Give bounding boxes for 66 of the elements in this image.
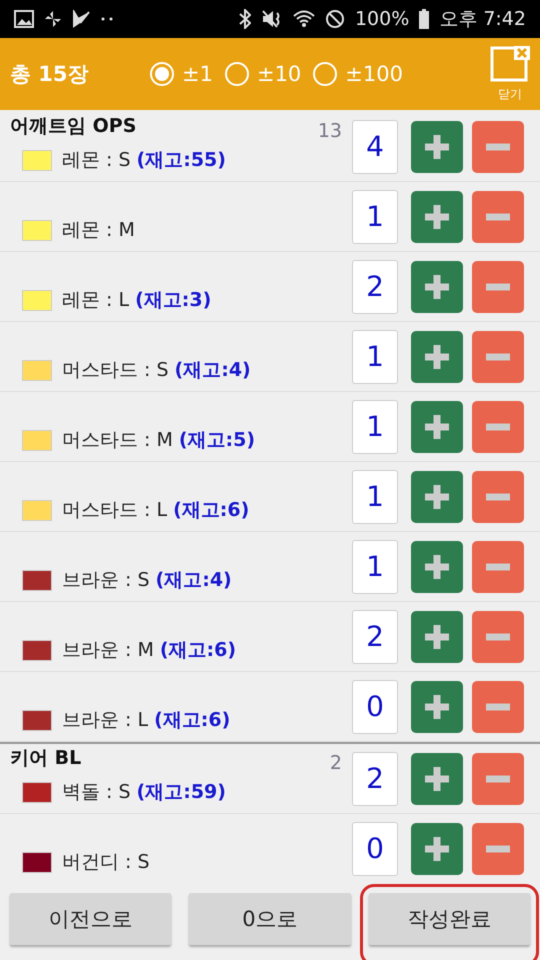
plus-button[interactable] xyxy=(411,400,463,452)
radio-circle[interactable] xyxy=(224,62,249,86)
minus-button[interactable] xyxy=(472,470,524,522)
product-count: 2 xyxy=(330,752,342,774)
option-label: 머스타드 : S (재고:4) xyxy=(62,358,251,383)
quantity-field[interactable]: 1 xyxy=(352,190,398,244)
action-button[interactable]: 0으로 xyxy=(189,893,351,945)
quantity-field[interactable]: 0 xyxy=(352,680,398,734)
total-count: 총 15장 xyxy=(10,61,90,88)
quantity-field[interactable]: 0 xyxy=(352,822,398,876)
option-label: 레몬 : L (재고:3) xyxy=(62,288,212,313)
quantity-field[interactable]: 1 xyxy=(352,330,398,384)
minus-button[interactable] xyxy=(472,120,524,172)
plus-button[interactable] xyxy=(411,822,463,874)
quantity-field[interactable]: 2 xyxy=(352,610,398,664)
option-label: 버건디 : S xyxy=(62,850,150,875)
wifi-icon xyxy=(292,9,315,29)
product-title: 키어 BL xyxy=(10,746,82,771)
minus-button[interactable] xyxy=(472,540,524,592)
radio-circle[interactable] xyxy=(150,62,174,86)
minus-button[interactable] xyxy=(472,330,524,382)
plus-button[interactable] xyxy=(411,190,463,242)
battery-level: 100% xyxy=(354,8,410,30)
quantity-field[interactable]: 1 xyxy=(352,470,398,524)
action-button[interactable]: 작성완료 xyxy=(368,893,530,945)
check-icon xyxy=(72,10,90,28)
clock: 오후 7:42 xyxy=(439,7,526,32)
option-label: 브라운 : S (재고:4) xyxy=(62,568,232,593)
option-label: 레몬 : M xyxy=(62,218,135,243)
radio-circle[interactable] xyxy=(313,62,338,86)
minus-button[interactable] xyxy=(472,822,524,874)
quantity-field[interactable]: 2 xyxy=(352,752,398,806)
option-label: 벽돌 : S (재고:59) xyxy=(62,780,226,805)
quantity-field[interactable]: 4 xyxy=(352,120,398,174)
battery-icon xyxy=(419,9,430,29)
plus-button[interactable] xyxy=(411,470,463,522)
quantity-field[interactable]: 1 xyxy=(352,540,398,594)
option-label: 브라운 : M (재고:6) xyxy=(62,638,236,663)
pinwheel-icon xyxy=(44,10,62,28)
plus-button[interactable] xyxy=(411,260,463,312)
plus-button[interactable] xyxy=(411,120,463,172)
image-icon xyxy=(14,10,34,28)
option-label: 브라운 : L (재고:6) xyxy=(62,708,230,733)
plus-button[interactable] xyxy=(411,680,463,732)
product-title: 어깨트임 OPS xyxy=(10,114,138,139)
action-button[interactable]: 이전으로 xyxy=(10,893,172,945)
close-window-icon[interactable] xyxy=(490,46,530,82)
plus-button[interactable] xyxy=(411,610,463,662)
minus-button[interactable] xyxy=(472,610,524,662)
product-count: 13 xyxy=(318,120,342,142)
plus-button[interactable] xyxy=(411,752,463,804)
blocked-icon xyxy=(324,9,345,29)
minus-button[interactable] xyxy=(472,190,524,242)
minus-button[interactable] xyxy=(472,752,524,804)
option-label: 레몬 : S (재고:55) xyxy=(62,148,226,173)
minus-button[interactable] xyxy=(472,400,524,452)
plus-button[interactable] xyxy=(411,330,463,382)
bluetooth-icon xyxy=(238,9,251,29)
plus-button[interactable] xyxy=(411,540,463,592)
quantity-field[interactable]: 1 xyxy=(352,400,398,454)
option-label: 머스타드 : L (재고:6) xyxy=(62,498,250,523)
more-icon xyxy=(100,16,114,22)
option-label: 머스타드 : M (재고:5) xyxy=(62,428,256,453)
minus-button[interactable] xyxy=(472,260,524,312)
quantity-field[interactable]: 2 xyxy=(352,260,398,314)
minus-button[interactable] xyxy=(472,680,524,732)
